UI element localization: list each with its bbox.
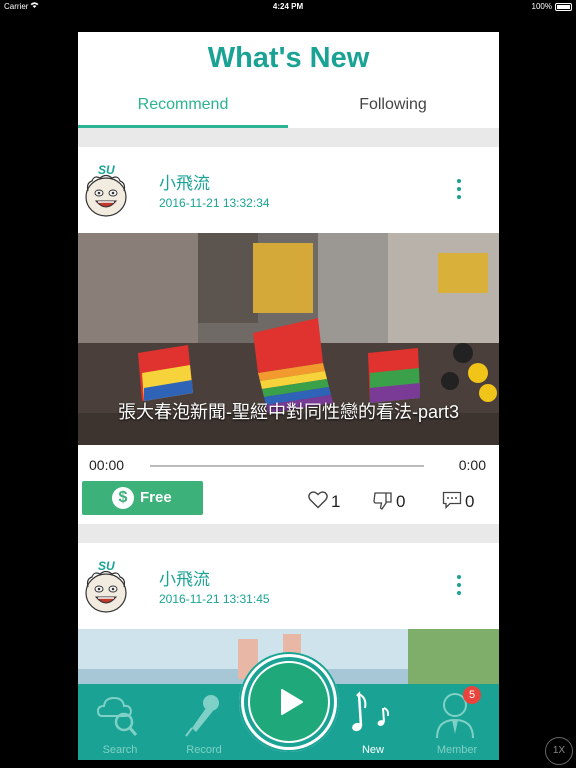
post-caption: 張大春泡新聞-聖經中對同性戀的看法-part3 [117, 402, 459, 422]
battery-icon [555, 3, 572, 11]
audio-player: 00:00 0:00 [78, 451, 499, 477]
comment-icon [442, 491, 462, 509]
more-options-icon[interactable] [452, 179, 466, 203]
search-icon [96, 696, 138, 736]
thumbs-down-icon [373, 492, 392, 510]
tab-indicator [78, 125, 288, 128]
tab-record[interactable]: Record [162, 684, 246, 760]
play-icon [281, 689, 303, 715]
tab-new-label: New [361, 744, 384, 756]
tab-search-label: Search [102, 744, 138, 756]
avatar[interactable]: SU [84, 559, 132, 613]
clock: 4:24 PM [272, 2, 304, 11]
microphone-icon [185, 695, 219, 737]
speed-button[interactable]: 1X [545, 737, 573, 765]
tab-search[interactable]: Search [78, 684, 162, 760]
free-label: Free [140, 489, 172, 506]
music-note-icon [352, 691, 390, 732]
avatar[interactable]: SU [84, 163, 132, 217]
battery-percent: 100% [531, 2, 552, 11]
heart-icon [308, 491, 328, 509]
post-date: 2016-11-21 13:32:34 [159, 196, 270, 210]
play-inner [250, 663, 328, 741]
post-image[interactable]: 張大春泡新聞-聖經中對同性戀的看法-part3 [78, 233, 499, 445]
notification-badge: 5 [463, 686, 481, 704]
progress-slider[interactable] [150, 465, 424, 467]
tab-member-label: Member [436, 744, 478, 756]
status-bar: Carrier 4:24 PM 100% [0, 0, 576, 14]
free-button[interactable]: $ Free [82, 481, 203, 515]
post-card: SU 小飛流 2016-11-21 13:32:34 張大春泡新聞-聖經中對同性… [78, 147, 499, 524]
tab-new[interactable]: New [331, 684, 415, 760]
more-options-icon[interactable] [452, 575, 466, 599]
author-name[interactable]: 小飛流 [159, 565, 210, 590]
tab-recommend[interactable]: Recommend [78, 96, 288, 114]
app-screen: What's New Recommend Following SU 小飛流 20… [78, 32, 499, 760]
play-button[interactable] [239, 652, 339, 752]
post-date: 2016-11-21 13:31:45 [159, 592, 270, 606]
total-time: 0:00 [458, 457, 486, 473]
current-time: 00:00 [89, 457, 125, 473]
author-name[interactable]: 小飛流 [159, 169, 210, 194]
tab-member[interactable]: 5 Member [415, 684, 499, 760]
tab-record-label: Record [186, 744, 222, 756]
dollar-icon: $ [112, 487, 134, 509]
page-title: What's New [207, 42, 370, 74]
comment-count: 0 [465, 492, 475, 511]
dislike-count: 0 [396, 492, 406, 511]
header: What's New Recommend Following [78, 32, 499, 128]
like-count: 1 [331, 492, 341, 511]
tab-following[interactable]: Following [288, 96, 498, 114]
